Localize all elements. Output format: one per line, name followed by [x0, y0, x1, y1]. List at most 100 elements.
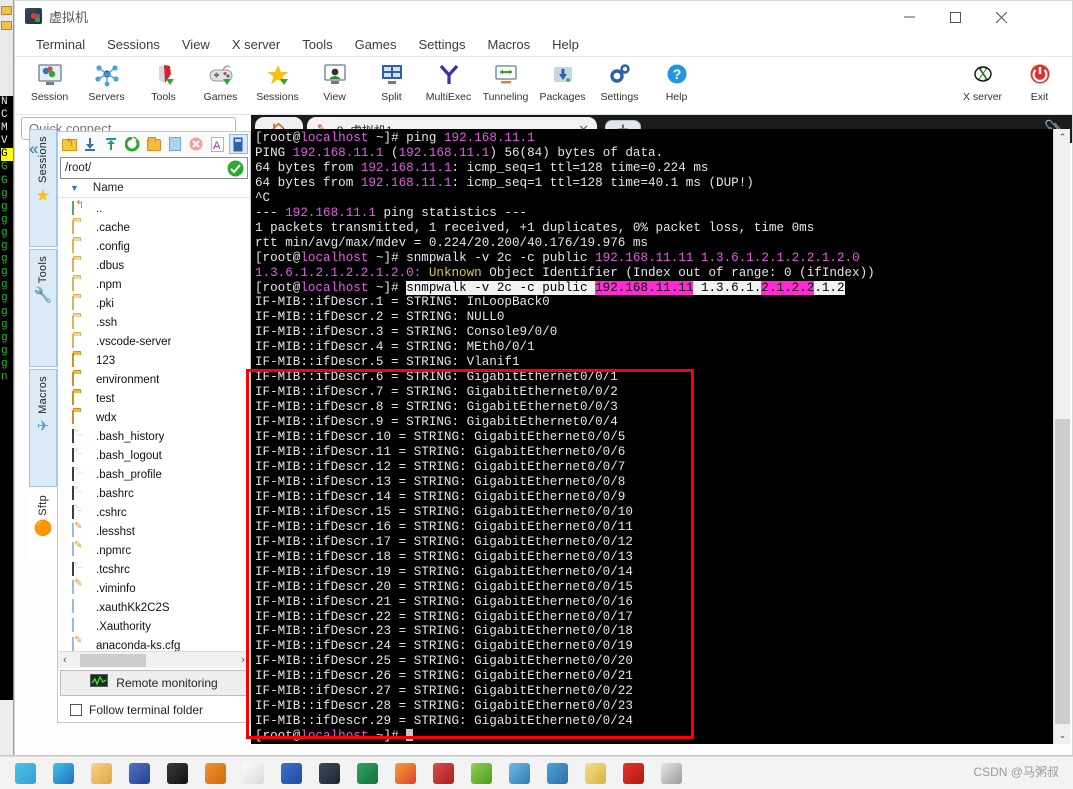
toolbar-button-tools[interactable]: Tools [135, 57, 192, 103]
taskbar-vmware-icon[interactable] [120, 757, 158, 789]
toolbar-button-split[interactable]: Split [363, 57, 420, 103]
toolbar-button-session[interactable]: Session [21, 57, 78, 103]
toolbar-button-help[interactable]: ? Help [648, 57, 705, 103]
taskbar-cmd-icon[interactable] [158, 757, 196, 789]
close-button[interactable] [980, 1, 1026, 32]
menu-item-help[interactable]: Help [541, 35, 590, 54]
file-list-item[interactable]: .bash_logout [58, 446, 250, 465]
text-mode-icon[interactable]: A [208, 134, 227, 154]
toolbar-button-servers[interactable]: Servers [78, 57, 135, 103]
scrollbar-thumb[interactable] [1055, 419, 1070, 724]
file-list[interactable]: .. .cache .config .dbus .npm .pki .ssh .vscode-… [58, 198, 250, 651]
remote-monitoring-button[interactable]: Remote monitoring [60, 670, 248, 696]
menu-item-macros[interactable]: Macros [476, 35, 541, 54]
menu-item-games[interactable]: Games [344, 35, 408, 54]
file-list-item[interactable]: .bash_profile [58, 465, 250, 484]
file-list-item[interactable]: anaconda-ks.cfg [58, 636, 250, 651]
scroll-up-arrow[interactable]: ⌃ [1054, 129, 1071, 146]
taskbar-edge-icon[interactable] [44, 757, 82, 789]
file-list-item[interactable]: .npm [58, 275, 250, 294]
file-list-item[interactable]: .xauthKk2C2S [58, 598, 250, 617]
file-list-item[interactable]: .dbus [58, 256, 250, 275]
file-list-item[interactable]: test [58, 389, 250, 408]
file-list-item[interactable]: .tcshrc [58, 560, 250, 579]
sidebar-tab-macros[interactable]: Macros ✈ [29, 369, 57, 487]
column-header-row[interactable]: ▼ Name [58, 179, 250, 198]
sort-caret-icon[interactable]: ▼ [70, 183, 79, 193]
menu-item-sessions[interactable]: Sessions [96, 35, 171, 54]
scroll-right-arrow[interactable]: › [236, 654, 250, 666]
file-list-item[interactable]: .. [58, 199, 250, 218]
menu-item-tools[interactable]: Tools [291, 35, 343, 54]
menu-item-view[interactable]: View [171, 35, 221, 54]
toolbar-button-x-server[interactable]: XX server [954, 57, 1011, 103]
path-input[interactable] [61, 161, 221, 175]
file-list-item[interactable]: .pki [58, 294, 250, 313]
toolbar-button-tunneling[interactable]: Tunneling [477, 57, 534, 103]
taskbar-word-icon[interactable] [272, 757, 310, 789]
toolbar-button-settings[interactable]: Settings [591, 57, 648, 103]
terminal-scrollbar[interactable]: ⌃ ⌄ [1053, 129, 1070, 744]
taskbar-chrome-icon[interactable] [386, 757, 424, 789]
taskbar-note-icon[interactable] [500, 757, 538, 789]
upload-icon[interactable] [102, 134, 121, 154]
taskbar-explorer-icon[interactable] [82, 757, 120, 789]
toolbar-button-sessions[interactable]: Sessions [249, 57, 306, 103]
scroll-left-arrow[interactable]: ‹ [58, 654, 72, 666]
download-icon[interactable] [81, 134, 100, 154]
terminal-output[interactable]: [root@localhost ~]# ping 192.168.11.1 PIN… [251, 129, 1053, 744]
taskbar-qq-icon[interactable] [6, 757, 44, 789]
toolbar-button-exit[interactable]: Exit [1011, 57, 1068, 103]
horizontal-scrollbar[interactable]: ‹ › [58, 651, 250, 668]
scroll-down-arrow[interactable]: ⌄ [1054, 727, 1071, 744]
taskbar-ps-icon[interactable] [652, 757, 690, 789]
taskbar-netease-icon[interactable] [614, 757, 652, 789]
file-list-item[interactable]: .vscode-server [58, 332, 250, 351]
follow-terminal-folder-row[interactable]: Follow terminal folder [58, 698, 250, 722]
taskbar-app-orange-icon[interactable] [196, 757, 234, 789]
menu-item-x-server[interactable]: X server [221, 35, 291, 54]
background-terminal-window[interactable]: NCMVGGGggggggggggggggn [0, 96, 14, 756]
file-list-item[interactable]: .Xauthority [58, 617, 250, 636]
go-up-icon[interactable] [60, 134, 79, 154]
menu-item-settings[interactable]: Settings [408, 35, 477, 54]
toolbar-button-view[interactable]: View [306, 57, 363, 103]
file-list-item[interactable]: .ssh [58, 313, 250, 332]
collapse-sidebar-button[interactable]: « [29, 139, 38, 159]
toolbar-button-packages[interactable]: Packages [534, 57, 591, 103]
maximize-button[interactable] [934, 1, 980, 32]
minimize-button[interactable] [888, 1, 934, 32]
binary-mode-icon[interactable] [228, 134, 248, 154]
file-list-item[interactable]: .bashrc [58, 484, 250, 503]
toolbar-button-multiexec[interactable]: MultiExec [420, 57, 477, 103]
file-list-item[interactable]: .npmrc [58, 541, 250, 560]
file-list-item[interactable]: .config [58, 237, 250, 256]
toolbar-button-games[interactable]: Games [192, 57, 249, 103]
file-list-item[interactable]: .lesshst [58, 522, 250, 541]
taskbar-help-yellow-icon[interactable] [576, 757, 614, 789]
delete-icon[interactable] [187, 134, 206, 154]
file-list-item[interactable]: .bash_history [58, 427, 250, 446]
file-list-item[interactable]: environment [58, 370, 250, 389]
path-bar[interactable] [60, 157, 248, 179]
file-list-item[interactable]: .cache [58, 218, 250, 237]
taskbar-green-editor-icon[interactable] [462, 757, 500, 789]
taskbar-python-icon[interactable] [538, 757, 576, 789]
sidebar-tab-tools[interactable]: Tools 🔧 [29, 249, 57, 367]
follow-terminal-checkbox[interactable] [70, 704, 82, 716]
taskbar-typora-icon[interactable] [234, 757, 272, 789]
file-list-item[interactable]: wdx [58, 408, 250, 427]
taskbar-mobaxterm-icon[interactable] [310, 757, 348, 789]
new-file-icon[interactable] [165, 134, 184, 154]
refresh-icon[interactable] [123, 134, 142, 154]
menu-item-terminal[interactable]: Terminal [25, 35, 96, 54]
check-icon[interactable] [227, 160, 244, 182]
file-list-item[interactable]: .viminfo [58, 579, 250, 598]
taskbar-editor-red-icon[interactable] [424, 757, 462, 789]
taskbar-excel-icon[interactable] [348, 757, 386, 789]
file-list-item[interactable]: 123 [58, 351, 250, 370]
hscroll-thumb[interactable] [80, 653, 146, 667]
file-list-item[interactable]: .cshrc [58, 503, 250, 522]
sidebar-tab-sftp[interactable]: Sftp 🟠 [29, 489, 57, 567]
new-folder-icon[interactable] [144, 134, 163, 154]
